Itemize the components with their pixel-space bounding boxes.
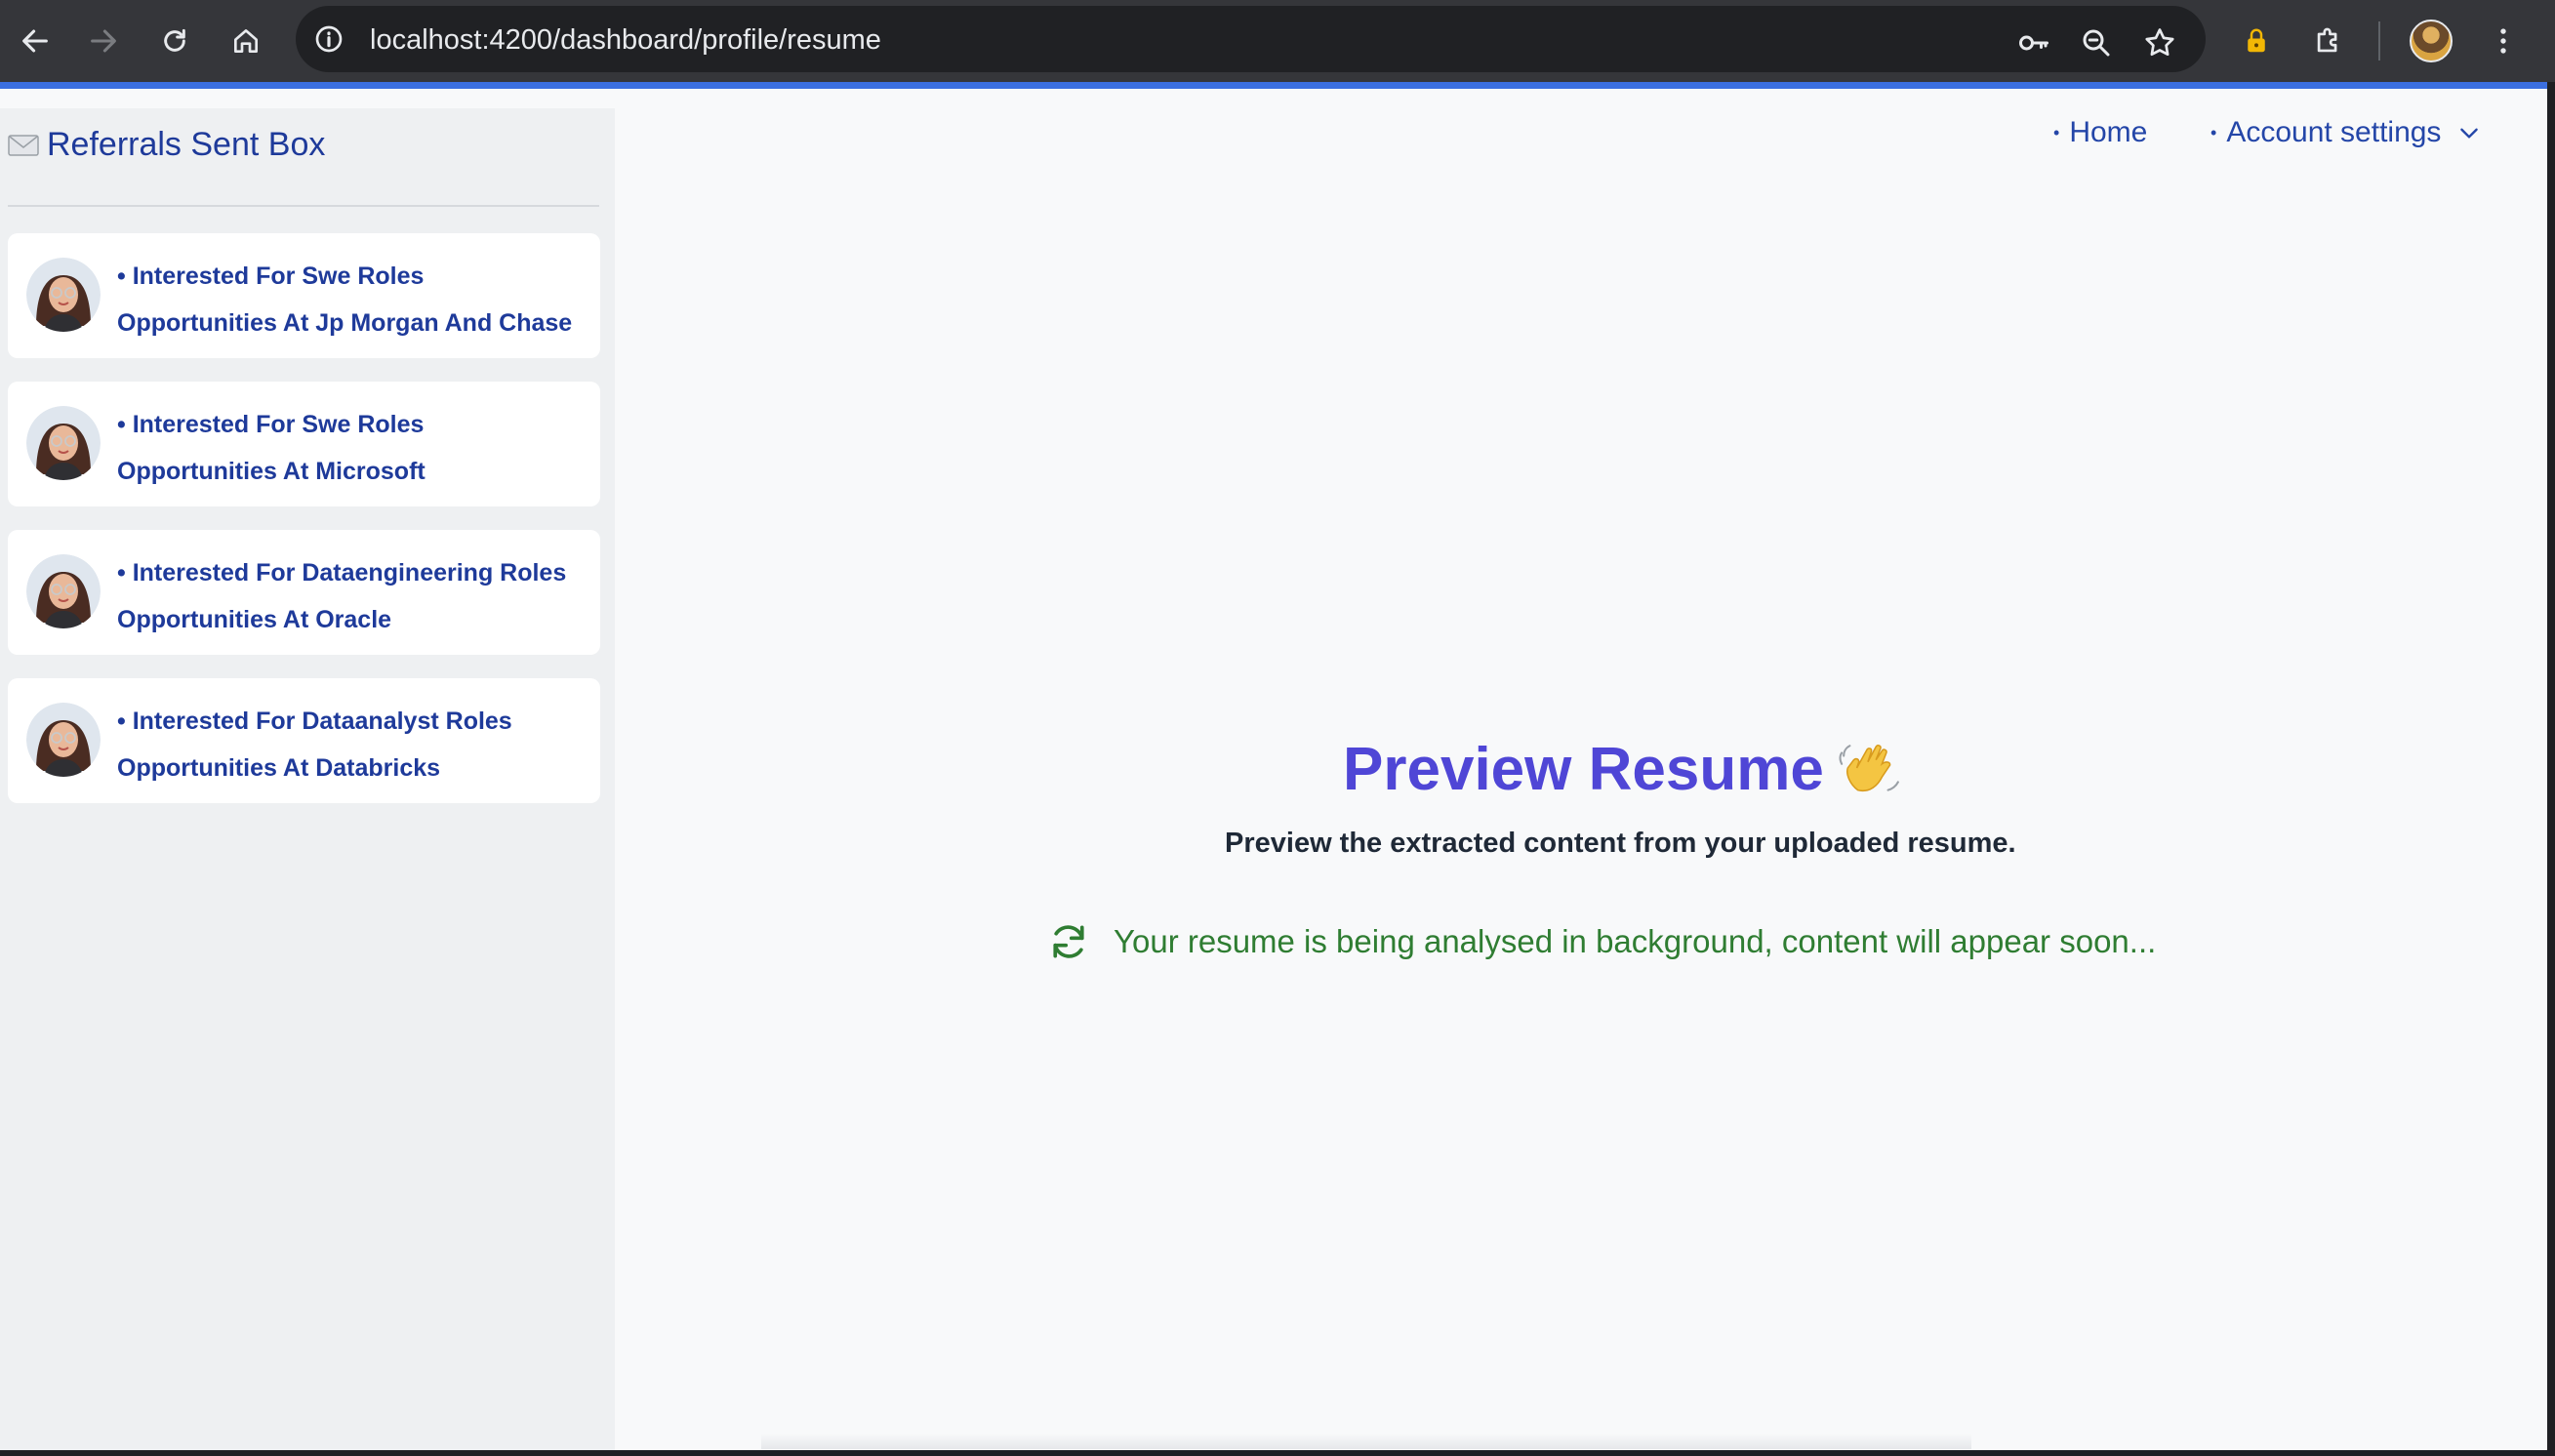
zoom-icon[interactable] <box>2079 25 2114 61</box>
browser-toolbar: localhost:4200/dashboard/profile/resume <box>0 0 2555 82</box>
back-icon[interactable] <box>12 18 59 64</box>
more-menu-icon[interactable] <box>2480 18 2527 64</box>
nav-bullet: • <box>2210 122 2217 142</box>
nav-account-settings-label[interactable]: Account settings <box>2226 116 2441 149</box>
avatar <box>26 258 101 332</box>
referral-title[interactable]: • Interested For Swe Roles Opportunities… <box>117 253 586 346</box>
password-key-icon[interactable] <box>2016 25 2051 61</box>
referral-card[interactable]: • Interested For Dataanalyst Roles Oppor… <box>8 678 600 803</box>
forward-icon[interactable] <box>80 18 127 64</box>
extension-lock-icon[interactable] <box>2233 18 2280 64</box>
page-subtitle: Preview the extracted content from your … <box>1225 828 2016 859</box>
reload-icon[interactable] <box>151 18 198 64</box>
address-bar[interactable]: localhost:4200/dashboard/profile/resume <box>296 6 2206 72</box>
site-info-icon[interactable] <box>313 23 345 55</box>
avatar <box>26 703 101 777</box>
window-edge <box>2547 82 2555 1456</box>
referral-card[interactable]: • Interested For Swe Roles Opportunities… <box>8 233 600 358</box>
sidebar-header: Referrals Sent Box <box>8 126 325 164</box>
nav-bullet: • <box>2053 122 2060 142</box>
chevron-down-icon[interactable] <box>2456 120 2482 145</box>
referrals-sidebar: Referrals Sent Box • Interested For Swe … <box>0 108 615 1450</box>
extensions-puzzle-icon[interactable] <box>2305 18 2352 64</box>
app-page: Referrals Sent Box • Interested For Swe … <box>0 89 2547 1450</box>
analysis-status: Your resume is being analysed in backgro… <box>1047 920 2156 963</box>
nav-home-label[interactable]: Home <box>2069 116 2147 149</box>
sidebar-divider <box>8 205 599 207</box>
home-icon[interactable] <box>223 18 269 64</box>
referral-title[interactable]: • Interested For Swe Roles Opportunities… <box>117 401 586 495</box>
referral-card[interactable]: • Interested For Dataengineering Roles O… <box>8 530 600 655</box>
page-title: Preview Resume <box>1343 735 1902 804</box>
waving-hand-icon <box>1839 744 1899 791</box>
sidebar-title: Referrals Sent Box <box>47 126 326 163</box>
nav-account-settings[interactable]: • Account settings <box>2210 116 2482 149</box>
avatar <box>26 406 101 480</box>
page-title-text: Preview Resume <box>1343 736 1824 803</box>
refresh-icon <box>1053 925 1084 958</box>
content-bottom-shadow <box>761 1434 1971 1449</box>
referral-title[interactable]: • Interested For Dataengineering Roles O… <box>117 549 586 643</box>
referral-card[interactable]: • Interested For Swe Roles Opportunities… <box>8 382 600 506</box>
url-text: localhost:4200/dashboard/profile/resume <box>370 24 881 56</box>
page-top-accent-line <box>0 82 2547 89</box>
profile-avatar[interactable] <box>2410 20 2453 62</box>
toolbar-separator <box>2378 21 2380 61</box>
status-text: Your resume is being analysed in backgro… <box>1114 923 2157 959</box>
nav-home-link[interactable]: • Home <box>2053 116 2147 149</box>
bookmark-star-icon[interactable] <box>2142 25 2177 61</box>
referral-title[interactable]: • Interested For Dataanalyst Roles Oppor… <box>117 698 586 791</box>
envelope-icon <box>8 134 39 156</box>
avatar <box>26 554 101 628</box>
